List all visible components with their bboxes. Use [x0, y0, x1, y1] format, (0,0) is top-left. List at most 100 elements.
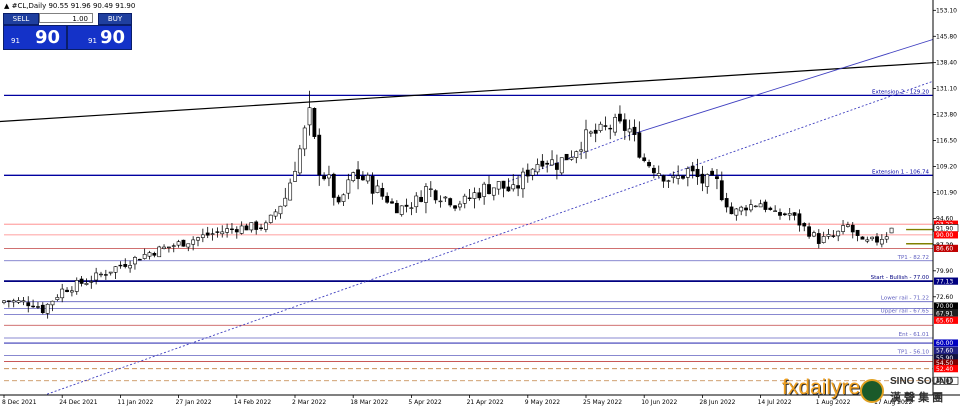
candle-body [346, 179, 351, 194]
candle-body [739, 206, 744, 212]
candle-body [618, 113, 622, 122]
candle-body [103, 274, 108, 276]
candle-body [608, 127, 613, 130]
watermark-text: fxdailyre [782, 376, 861, 399]
candle-body [419, 196, 424, 202]
candle-body [787, 213, 792, 216]
candle-body [147, 252, 152, 257]
candle-body [128, 265, 133, 269]
candle-body [724, 198, 729, 208]
candle-body [6, 300, 11, 302]
candle-body [637, 132, 642, 158]
candle-body [511, 184, 516, 190]
candle-body [45, 303, 50, 314]
candle-body [860, 236, 865, 240]
candle-body [191, 239, 196, 245]
candle-body [598, 123, 603, 131]
candle-body [394, 202, 399, 214]
candle-body [399, 205, 404, 215]
level-label-ext1: Extension 1 - 106.74 [872, 169, 929, 175]
candle-body [157, 246, 162, 258]
candle-body [729, 206, 734, 215]
candle-body [559, 157, 564, 174]
price-tags: 93.2291.9090.0086.6077.1370.0067.9165.60… [933, 220, 959, 385]
candle-body [79, 278, 84, 284]
candle-body [210, 233, 215, 235]
candle-body [535, 164, 540, 173]
candle-body [365, 174, 370, 182]
candle-body [21, 300, 26, 303]
candle-body [181, 239, 186, 247]
candle-body [482, 183, 487, 197]
candle-body [501, 180, 506, 189]
candle-body [836, 230, 841, 237]
candle-body [491, 187, 496, 196]
candle-body [588, 131, 593, 134]
candle-body [671, 175, 676, 178]
price-tick-label: 72.60 [936, 294, 953, 301]
price-tick-label: 116.50 [936, 138, 957, 145]
price-axis[interactable]: 153.10 145.80 138.40 131.10 123.80 116.50 109.… [933, 7, 957, 301]
price-chart[interactable]: Extension 2 - 129.20 Extension 1 - 106.74… [0, 0, 960, 409]
level-label-ext2: Extension 2 - 129.20 [872, 89, 929, 95]
candle-body [433, 190, 438, 201]
buy-price-box[interactable]: 91 90 [67, 25, 132, 50]
buy-label: BUY [107, 15, 123, 23]
price-tick-label: 138.40 [936, 60, 957, 67]
candle-body [748, 204, 753, 211]
candle-body [273, 211, 278, 217]
level-label-tp1-upper: TP1 - 82.72 [897, 255, 929, 261]
candle-body [84, 283, 89, 285]
candle-body [695, 168, 700, 178]
candle-body [50, 300, 55, 306]
candle-body [230, 228, 234, 231]
sell-price-big: 90 [35, 27, 61, 48]
level-label-ent: Ent - 61.01 [899, 332, 929, 338]
candle-body [152, 252, 157, 256]
candle-body [11, 300, 16, 303]
candle-body [336, 196, 341, 203]
candle-body [74, 280, 79, 292]
price-tag-label: 65.60 [936, 317, 953, 324]
candle-body [773, 210, 778, 212]
price-tag-label: 70.00 [936, 303, 953, 310]
candle-body [16, 300, 21, 303]
time-tick-label: 25 May 2022 [583, 399, 622, 406]
lot-size-input[interactable]: 1.00 [39, 13, 93, 23]
collapse-arrow-icon[interactable]: ▲ [4, 2, 9, 10]
candle-body [259, 227, 263, 229]
candle-body [26, 302, 31, 307]
buy-button[interactable]: BUY [98, 13, 132, 25]
time-axis[interactable]: 8 Dec 2021 24 Dec 2021 11 Jan 2022 27 Jan 2… [2, 395, 913, 406]
candle-body [133, 257, 137, 265]
candle-body [453, 205, 457, 209]
candle-body [278, 205, 283, 215]
candle-body [812, 232, 816, 237]
time-tick-label: 5 Apr 2022 [408, 399, 441, 406]
candle-body [137, 258, 142, 261]
candle-body [65, 289, 69, 292]
candle-body [622, 119, 627, 131]
candle-body [351, 172, 356, 181]
candle-body [884, 236, 889, 240]
candle-body [807, 226, 812, 237]
candle-body [162, 246, 166, 249]
candle-body [40, 304, 45, 314]
candle-body [700, 173, 705, 184]
buy-price-small: 91 [88, 37, 97, 45]
candle-body [360, 175, 365, 181]
candle-body [865, 239, 870, 242]
candle-body [710, 170, 715, 176]
candle-body [845, 224, 850, 227]
candle-body [312, 108, 317, 137]
time-tick-label: 21 Apr 2022 [467, 399, 504, 406]
candle-body [530, 168, 535, 176]
candle-body [841, 225, 845, 232]
candle-body [2, 300, 6, 303]
candle-body [584, 129, 588, 152]
sell-button[interactable]: SELL [3, 13, 39, 25]
candle-body [603, 125, 608, 127]
sell-label: SELL [12, 15, 30, 23]
sell-price-box[interactable]: 91 90 [3, 25, 67, 50]
candle-body [167, 246, 171, 249]
